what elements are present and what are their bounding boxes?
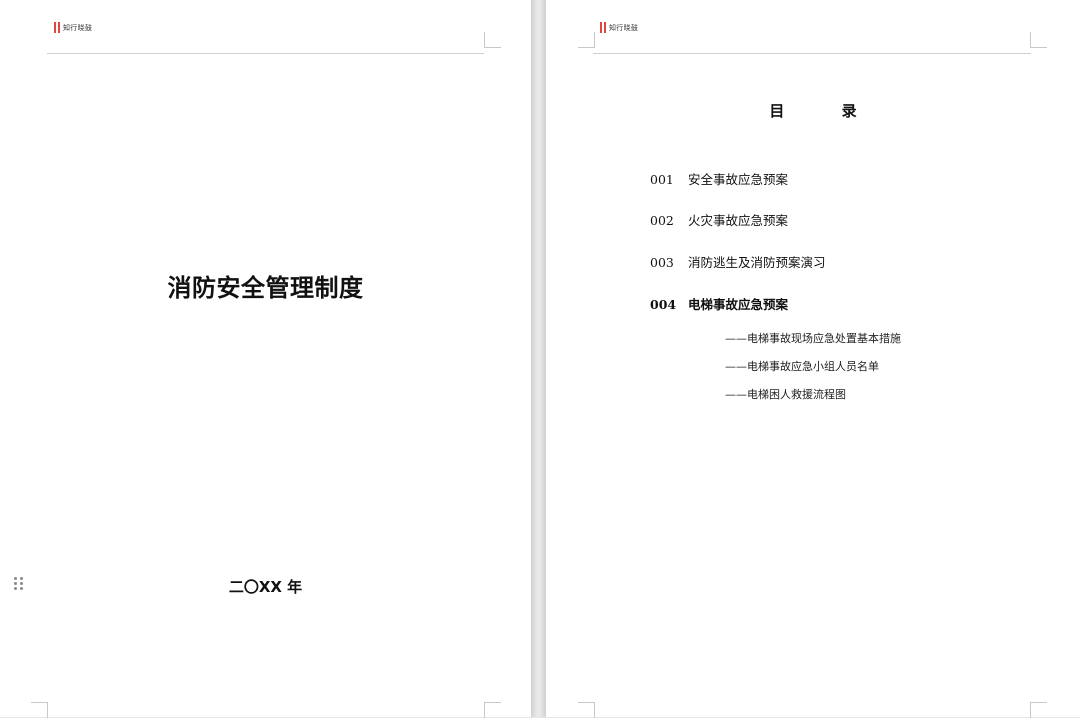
- toc-page: 知行晓鼓 目 录 001 安全事故应急预案 002 火灾事故应急预案 003 消防逃生…: [546, 0, 1080, 718]
- cover-title: 消防安全管理制度: [167, 274, 364, 302]
- crop-mark-bottom-right: [1030, 702, 1047, 718]
- toc-heading: 目 录: [769, 102, 883, 120]
- toc-item-label: 火灾事故应急预案: [688, 213, 789, 228]
- logo-text: 知行晓鼓: [63, 23, 93, 32]
- toc-item-number: 004: [650, 297, 677, 312]
- header-divider: [47, 53, 484, 54]
- toc-item[interactable]: 003 消防逃生及消防预案演习: [650, 252, 826, 271]
- page-gutter: [531, 0, 546, 717]
- toc-item-label: 电梯事故应急预案: [688, 297, 789, 312]
- toc-item-label: 消防逃生及消防预案演习: [688, 255, 826, 270]
- header-logo: 知行晓鼓: [600, 22, 638, 33]
- toc-subitem[interactable]: ——电梯困人救援流程图: [725, 386, 846, 402]
- header-divider: [593, 53, 1031, 54]
- cover-page: 知行晓鼓 消防安全管理制度 二〇XX 年: [0, 0, 531, 718]
- header-logo: 知行晓鼓: [54, 22, 92, 33]
- toc-item-number: 001: [650, 172, 674, 187]
- toc-subitem[interactable]: ——电梯事故现场应急处置基本措施: [725, 330, 901, 346]
- crop-mark-top-right: [1030, 32, 1047, 48]
- toc-item[interactable]: 002 火灾事故应急预案: [650, 210, 788, 229]
- cover-date: 二〇XX 年: [228, 578, 303, 596]
- toc-item[interactable]: 001 安全事故应急预案: [650, 169, 788, 188]
- logo-text: 知行晓鼓: [609, 23, 639, 32]
- crop-mark-bottom-left: [31, 702, 48, 718]
- crop-mark-bottom-right: [484, 702, 501, 718]
- crop-mark-top-right: [484, 32, 501, 48]
- toc-item-number: 003: [650, 255, 674, 270]
- logo-bars-icon: [600, 22, 606, 33]
- toc-item-label: 安全事故应急预案: [688, 172, 789, 187]
- logo-bars-icon: [54, 22, 60, 33]
- toc-item-number: 002: [650, 213, 674, 228]
- crop-mark-bottom-left: [578, 702, 595, 718]
- toc-subitem[interactable]: ——电梯事故应急小组人员名单: [725, 358, 879, 374]
- crop-mark-top-left: [578, 32, 595, 48]
- toc-item[interactable]: 004 电梯事故应急预案: [650, 294, 788, 313]
